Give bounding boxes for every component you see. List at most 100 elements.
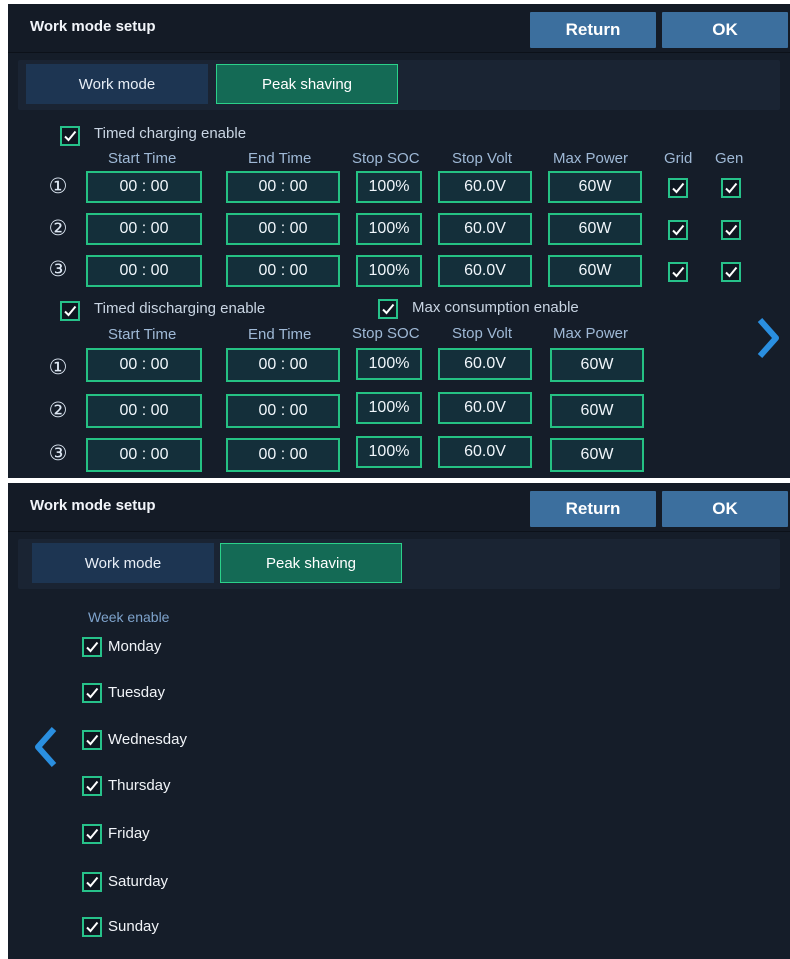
- tab-peak-shaving[interactable]: Peak shaving: [216, 64, 398, 104]
- check-icon: [672, 224, 685, 236]
- day-label-tuesday: Tuesday: [108, 684, 165, 701]
- day-checkbox-wednesday[interactable]: [82, 730, 102, 750]
- discharge-start-time-field[interactable]: 00 : 00: [86, 438, 202, 472]
- check-icon: [86, 780, 99, 792]
- day-label-thursday: Thursday: [108, 777, 171, 794]
- day-checkbox-saturday[interactable]: [82, 872, 102, 892]
- col-end-time: End Time: [248, 150, 312, 167]
- timed-discharging-enable-label: Timed discharging enable: [94, 300, 266, 317]
- tab-peak-shaving[interactable]: Peak shaving: [220, 543, 402, 583]
- discharge-stop-volt-field[interactable]: 60.0V: [438, 436, 532, 468]
- day-checkbox-thursday[interactable]: [82, 776, 102, 796]
- gen-checkbox[interactable]: [721, 178, 741, 198]
- col-stop-soc: Stop SOC: [352, 150, 420, 167]
- day-label-saturday: Saturday: [108, 873, 169, 890]
- charge-end-time-field[interactable]: 00 : 00: [226, 255, 340, 287]
- check-icon: [86, 828, 99, 840]
- return-button[interactable]: Return: [530, 12, 656, 48]
- day-checkbox-monday[interactable]: [82, 637, 102, 657]
- col-stop-volt: Stop Volt: [452, 325, 513, 342]
- return-button[interactable]: Return: [530, 491, 656, 527]
- charge-stop-soc-field[interactable]: 100%: [356, 213, 422, 245]
- discharge-end-time-field[interactable]: 00 : 00: [226, 394, 340, 428]
- discharge-stop-soc-field[interactable]: 100%: [356, 348, 422, 380]
- ok-button[interactable]: OK: [662, 491, 788, 527]
- charge-start-time-field[interactable]: 00 : 00: [86, 255, 202, 287]
- check-icon: [725, 266, 738, 278]
- peak-shaving-week-panel: Work mode setup Return OK Work mode Peak…: [8, 483, 790, 959]
- discharge-start-time-field[interactable]: 00 : 00: [86, 394, 202, 428]
- col-start-time: Start Time: [108, 150, 177, 167]
- discharge-start-time-field[interactable]: 00 : 00: [86, 348, 202, 382]
- discharge-end-time-field[interactable]: 00 : 00: [226, 348, 340, 382]
- check-icon: [672, 266, 685, 278]
- tab-bar: Work mode Peak shaving: [18, 539, 780, 589]
- check-icon: [86, 641, 99, 653]
- chevron-right-icon[interactable]: [756, 316, 780, 360]
- day-checkbox-tuesday[interactable]: [82, 683, 102, 703]
- charge-start-time-field[interactable]: 00 : 00: [86, 213, 202, 245]
- timed-discharging-enable-checkbox[interactable]: [60, 301, 80, 321]
- check-icon: [382, 303, 395, 315]
- check-icon: [86, 876, 99, 888]
- check-icon: [64, 130, 77, 142]
- charge-stop-volt-field[interactable]: 60.0V: [438, 213, 532, 245]
- timed-charging-enable-label: Timed charging enable: [94, 125, 247, 142]
- charge-end-time-field[interactable]: 00 : 00: [226, 213, 340, 245]
- ok-button[interactable]: OK: [662, 12, 788, 48]
- check-icon: [725, 224, 738, 236]
- row-index: ①: [48, 356, 68, 379]
- header-bar: Work mode setup Return OK: [8, 4, 790, 53]
- check-icon: [672, 182, 685, 194]
- check-icon: [64, 305, 77, 317]
- charge-stop-volt-field[interactable]: 60.0V: [438, 255, 532, 287]
- week-enable-label: Week enable: [88, 609, 170, 625]
- day-checkbox-friday[interactable]: [82, 824, 102, 844]
- page-title: Work mode setup: [30, 18, 156, 35]
- discharge-stop-volt-field[interactable]: 60.0V: [438, 392, 532, 424]
- row-index: ②: [48, 399, 68, 422]
- header-bar: Work mode setup Return OK: [8, 483, 790, 532]
- row-index: ②: [48, 217, 68, 240]
- row-index: ①: [48, 175, 68, 198]
- discharge-stop-volt-field[interactable]: 60.0V: [438, 348, 532, 380]
- check-icon: [86, 687, 99, 699]
- timed-charging-enable-checkbox[interactable]: [60, 126, 80, 146]
- tab-work-mode[interactable]: Work mode: [32, 543, 214, 583]
- max-consumption-enable-checkbox[interactable]: [378, 299, 398, 319]
- discharge-max-power-field[interactable]: 60W: [550, 394, 644, 428]
- charge-stop-soc-field[interactable]: 100%: [356, 255, 422, 287]
- day-checkbox-sunday[interactable]: [82, 917, 102, 937]
- discharge-end-time-field[interactable]: 00 : 00: [226, 438, 340, 472]
- gen-checkbox[interactable]: [721, 262, 741, 282]
- charge-stop-soc-field[interactable]: 100%: [356, 171, 422, 203]
- discharge-max-power-field[interactable]: 60W: [550, 438, 644, 472]
- row-index: ③: [48, 258, 68, 281]
- discharge-stop-soc-field[interactable]: 100%: [356, 436, 422, 468]
- check-icon: [86, 734, 99, 746]
- col-end-time: End Time: [248, 326, 312, 343]
- col-start-time: Start Time: [108, 326, 177, 343]
- grid-checkbox[interactable]: [668, 220, 688, 240]
- page-title: Work mode setup: [30, 497, 156, 514]
- day-label-sunday: Sunday: [108, 918, 159, 935]
- tab-work-mode[interactable]: Work mode: [26, 64, 208, 104]
- charge-stop-volt-field[interactable]: 60.0V: [438, 171, 532, 203]
- grid-checkbox[interactable]: [668, 178, 688, 198]
- discharge-stop-soc-field[interactable]: 100%: [356, 392, 422, 424]
- col-gen: Gen: [715, 150, 744, 167]
- charge-max-power-field[interactable]: 60W: [548, 255, 642, 287]
- charge-start-time-field[interactable]: 00 : 00: [86, 171, 202, 203]
- charge-max-power-field[interactable]: 60W: [548, 213, 642, 245]
- discharge-max-power-field[interactable]: 60W: [550, 348, 644, 382]
- col-max-power: Max Power: [553, 325, 629, 342]
- charge-end-time-field[interactable]: 00 : 00: [226, 171, 340, 203]
- check-icon: [86, 921, 99, 933]
- day-label-monday: Monday: [108, 638, 162, 655]
- gen-checkbox[interactable]: [721, 220, 741, 240]
- charge-max-power-field[interactable]: 60W: [548, 171, 642, 203]
- peak-shaving-time-panel: Work mode setup Return OK Work mode Peak…: [8, 4, 790, 478]
- grid-checkbox[interactable]: [668, 262, 688, 282]
- day-label-wednesday: Wednesday: [108, 731, 187, 748]
- chevron-left-icon[interactable]: [34, 725, 58, 769]
